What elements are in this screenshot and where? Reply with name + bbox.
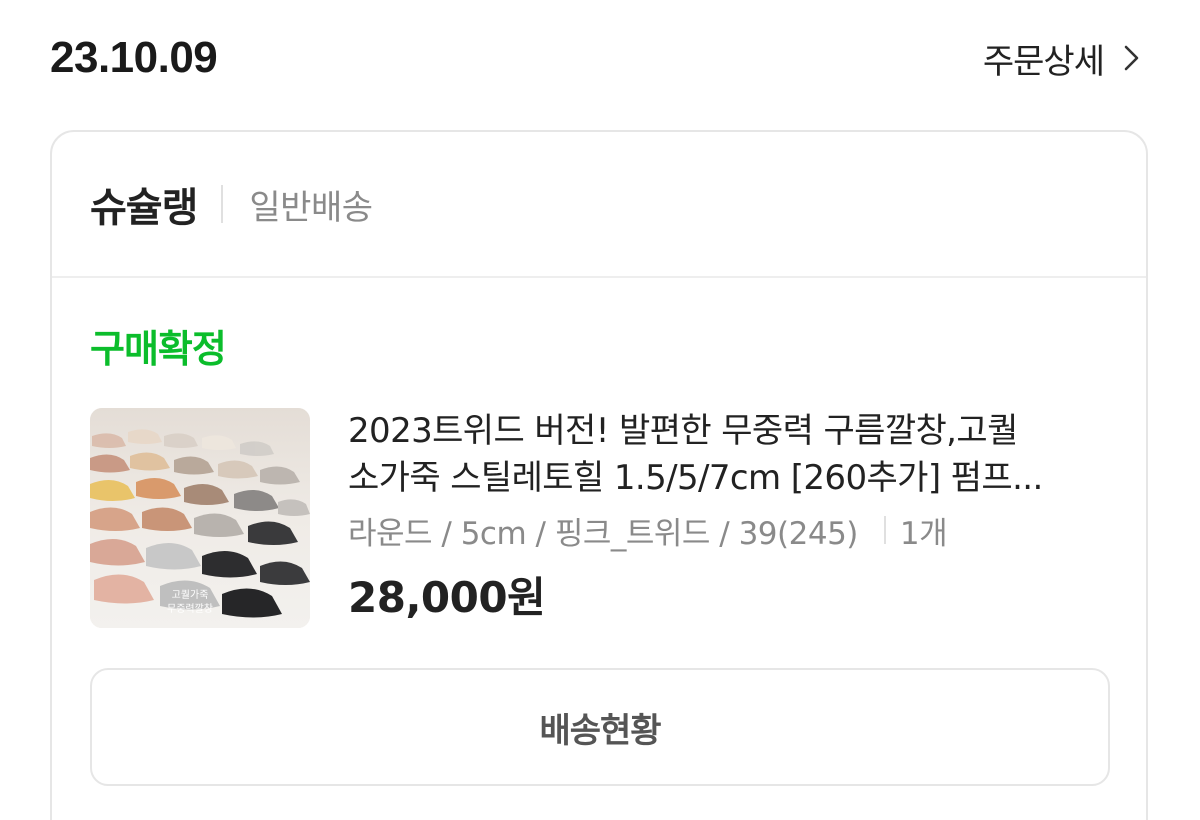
order-detail-label: 주문상세 bbox=[982, 41, 1105, 82]
product-options-row: 라운드 / 5cm / 핑크_트위드 / 39(245) 1개 bbox=[348, 508, 1108, 552]
order-date: 23.10.09 bbox=[50, 33, 218, 82]
order-card: 슈슐랭 일반배송 구매확정 고퀄가죽 무중력깔창 2023트위드 버전! 발편한… bbox=[50, 130, 1148, 820]
product-options: 라운드 / 5cm / 핑크_트위드 / 39(245) bbox=[348, 515, 858, 552]
thumbnail-caption-1: 고퀄가죽 bbox=[172, 589, 209, 601]
delivery-tracking-button[interactable]: 배송현황 bbox=[90, 668, 1110, 786]
order-status: 구매확정 bbox=[90, 327, 227, 371]
delivery-tracking-label: 배송현황 bbox=[539, 710, 661, 751]
store-divider bbox=[221, 185, 224, 223]
product-title[interactable]: 2023트위드 버전! 발편한 무중력 구름깔창,고퀄 소가죽 스틸레토힐 1.… bbox=[348, 408, 1108, 502]
order-history-page: 23.10.09 주문상세 슈슐랭 일반배송 구매확정 고퀄가죽 무중력깔창 2… bbox=[0, 0, 1200, 820]
product-quantity: 1개 bbox=[899, 515, 948, 552]
product-info: 2023트위드 버전! 발편한 무중력 구름깔창,고퀄 소가죽 스틸레토힐 1.… bbox=[348, 408, 1108, 625]
chevron-right-icon bbox=[1124, 44, 1140, 72]
thumbnail-caption-2: 무중력깔창 bbox=[167, 603, 213, 615]
option-divider bbox=[883, 516, 886, 544]
product-thumbnail[interactable]: 고퀄가죽 무중력깔창 bbox=[90, 408, 310, 628]
order-detail-link[interactable]: 주문상세 bbox=[983, 34, 1140, 83]
order-header: 23.10.09 주문상세 bbox=[50, 30, 1140, 86]
store-row: 슈슐랭 일반배송 bbox=[52, 132, 1146, 278]
product-price: 28,000원 bbox=[348, 573, 546, 622]
store-name[interactable]: 슈슐랭 bbox=[90, 175, 198, 233]
product-item[interactable]: 고퀄가죽 무중력깔창 2023트위드 버전! 발편한 무중력 구름깔창,고퀄 소… bbox=[90, 408, 1108, 630]
shoes-photo: 고퀄가죽 무중력깔창 bbox=[90, 408, 310, 628]
delivery-type: 일반배송 bbox=[249, 187, 373, 228]
